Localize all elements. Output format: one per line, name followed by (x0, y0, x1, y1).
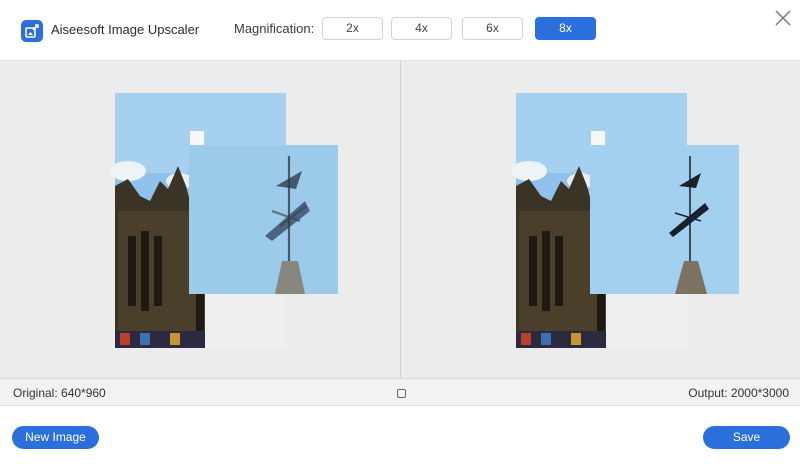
magnification-8x-button[interactable]: 8x (535, 17, 596, 40)
preview-area (0, 60, 800, 379)
magnification-4x-button[interactable]: 4x (391, 17, 452, 40)
new-image-button[interactable]: New Image (12, 426, 99, 449)
original-preview-pane (0, 61, 400, 379)
app-title: Aiseesoft Image Upscaler (51, 22, 200, 37)
original-resolution: Original: 640*960 (13, 386, 106, 400)
output-resolution: Output: 2000*3000 (688, 386, 789, 400)
magnification-6x-button[interactable]: 6x (462, 17, 523, 40)
fit-view-icon[interactable] (397, 389, 406, 398)
close-icon[interactable] (774, 9, 792, 27)
app-logo-icon (21, 20, 43, 42)
output-preview-pane (401, 61, 800, 379)
original-image[interactable] (0, 61, 400, 379)
magnification-2x-button[interactable]: 2x (322, 17, 383, 40)
upscaler-window: Aiseesoft Image Upscaler Magnification: … (0, 0, 800, 469)
save-button[interactable]: Save (703, 426, 790, 449)
footer: New Image Save (0, 406, 800, 469)
header: Aiseesoft Image Upscaler Magnification: … (0, 0, 800, 60)
status-bar: Original: 640*960 Output: 2000*3000 (0, 378, 800, 406)
magnification-label: Magnification: (234, 21, 315, 36)
output-image[interactable] (401, 61, 800, 379)
